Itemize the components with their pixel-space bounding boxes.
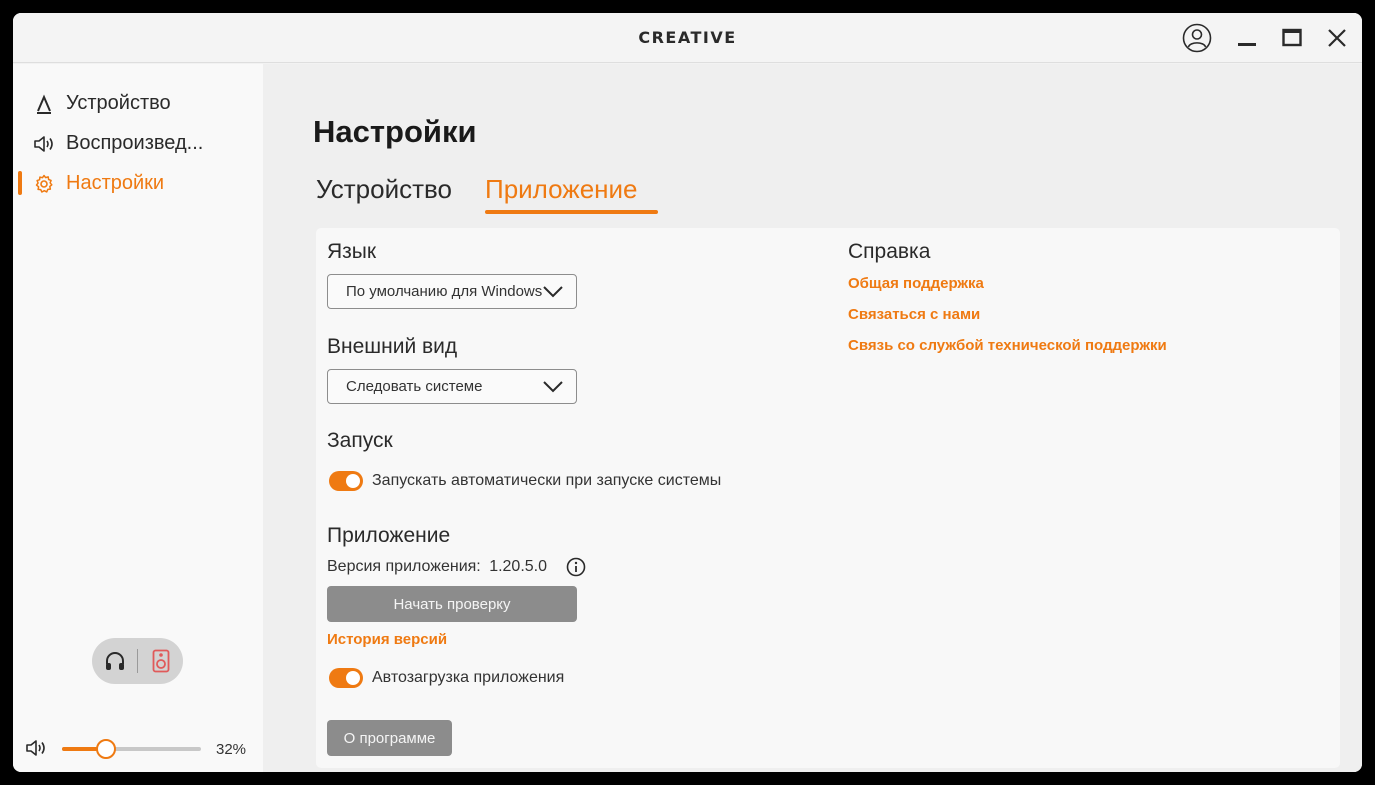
tab-device[interactable]: Устройство bbox=[316, 174, 452, 205]
app-window: CREATIVE Устройство Воспроизвед... Настр… bbox=[13, 13, 1362, 772]
tech-support-link[interactable]: Связь со службой технической поддержки bbox=[848, 337, 1167, 354]
close-button[interactable] bbox=[1320, 21, 1354, 55]
general-support-link[interactable]: Общая поддержка bbox=[848, 275, 984, 292]
settings-panel: Язык По умолчанию для Windows Внешний ви… bbox=[316, 228, 1340, 768]
output-device-toggle bbox=[92, 638, 183, 684]
sidebar-item-label: Настройки bbox=[66, 171, 165, 194]
language-section-title: Язык bbox=[327, 240, 377, 263]
autostart-toggle[interactable] bbox=[329, 471, 363, 491]
gear-icon bbox=[33, 173, 55, 195]
application-section-title: Приложение bbox=[327, 524, 451, 547]
sidebar-item-label: Воспроизвед... bbox=[66, 131, 204, 154]
speaker-icon bbox=[33, 133, 55, 155]
toggle-knob bbox=[346, 671, 360, 685]
volume-icon[interactable] bbox=[25, 738, 49, 758]
appearance-dropdown-value: Следовать системе bbox=[346, 378, 483, 395]
maximize-icon bbox=[1282, 28, 1302, 47]
sidebar: Устройство Воспроизвед... Настройки 32% bbox=[13, 64, 263, 772]
autostart-label: Запускать автоматически при запуске сист… bbox=[372, 472, 722, 489]
startup-section-title: Запуск bbox=[327, 429, 393, 452]
sidebar-item-playback[interactable]: Воспроизвед... bbox=[13, 126, 263, 160]
speaker-device-icon bbox=[152, 649, 169, 673]
headphones-icon bbox=[105, 652, 124, 670]
sidebar-item-label: Устройство bbox=[66, 91, 171, 114]
info-icon[interactable] bbox=[566, 557, 586, 577]
maximize-button[interactable] bbox=[1275, 21, 1309, 55]
sidebar-item-settings[interactable]: Настройки bbox=[13, 166, 263, 200]
app-version-value: 1.20.5.0 bbox=[489, 558, 548, 575]
device-icon bbox=[33, 93, 55, 115]
contact-us-link[interactable]: Связаться с нами bbox=[848, 306, 980, 323]
about-button[interactable]: О программе bbox=[327, 720, 452, 756]
volume-slider[interactable] bbox=[62, 739, 201, 759]
toggle-knob bbox=[346, 474, 360, 488]
language-dropdown-value: По умолчанию для Windows bbox=[346, 283, 543, 300]
active-indicator bbox=[18, 171, 22, 195]
help-section-title: Справка bbox=[848, 240, 931, 263]
sidebar-item-device[interactable]: Устройство bbox=[13, 86, 263, 120]
speaker-option[interactable] bbox=[138, 638, 183, 684]
page-title: Настройки bbox=[313, 114, 477, 149]
brand-logo: CREATIVE bbox=[638, 28, 737, 47]
autoupdate-toggle[interactable] bbox=[329, 668, 363, 688]
minimize-button[interactable] bbox=[1230, 21, 1264, 55]
check-updates-button[interactable]: Начать проверку bbox=[327, 586, 577, 622]
minimize-icon bbox=[1238, 43, 1256, 46]
user-icon bbox=[1182, 23, 1212, 53]
chevron-down-icon bbox=[543, 381, 563, 393]
app-version: Версия приложения: 1.20.5.0 bbox=[327, 558, 547, 576]
account-button[interactable] bbox=[1180, 21, 1214, 55]
volume-value: 32% bbox=[216, 741, 247, 758]
appearance-section-title: Внешний вид bbox=[327, 335, 458, 358]
volume-control: 32% bbox=[13, 734, 263, 764]
appearance-dropdown[interactable]: Следовать системе bbox=[327, 369, 577, 404]
active-tab-underline bbox=[485, 210, 658, 214]
main-content: Настройки Устройство Приложение Язык По … bbox=[263, 64, 1362, 772]
tab-application[interactable]: Приложение bbox=[485, 174, 638, 205]
chevron-down-icon bbox=[543, 286, 563, 298]
volume-slider-thumb[interactable] bbox=[96, 739, 117, 759]
autoupdate-label: Автозагрузка приложения bbox=[372, 669, 565, 686]
close-icon bbox=[1328, 29, 1346, 47]
version-history-link[interactable]: История версий bbox=[327, 631, 447, 648]
title-bar: CREATIVE bbox=[13, 13, 1362, 63]
language-dropdown[interactable]: По умолчанию для Windows bbox=[327, 274, 577, 309]
headphones-option[interactable] bbox=[92, 638, 137, 684]
app-version-label: Версия приложения: bbox=[327, 558, 481, 575]
